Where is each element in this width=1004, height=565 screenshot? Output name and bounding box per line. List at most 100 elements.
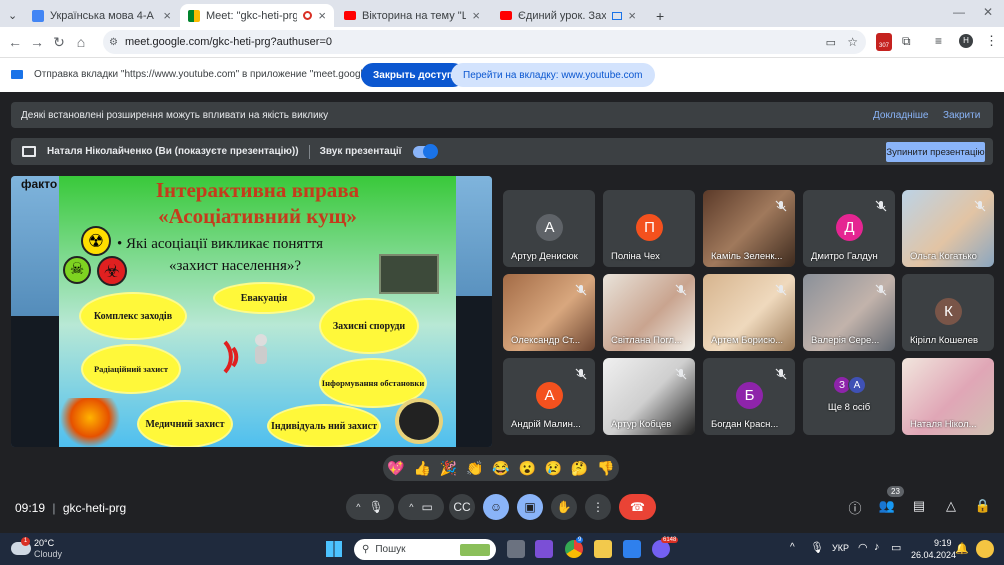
reaction-thinking[interactable]: 🤔	[571, 460, 588, 477]
participant-tile[interactable]: К Кірілл Кошелев	[902, 274, 994, 351]
participant-tile[interactable]: Б Богдан Красн...	[703, 358, 795, 435]
slide-title-line2: «Асоціативний кущ»	[158, 204, 357, 228]
close-icon[interactable]: ×	[628, 8, 636, 23]
search-highlight-image	[460, 543, 490, 556]
teams-icon[interactable]	[535, 540, 553, 558]
clock-time[interactable]: 9:19	[934, 538, 952, 548]
more-options-button[interactable]: ⋮	[585, 494, 611, 520]
menu-kebab-icon: ⋮	[592, 500, 604, 514]
reaction-laugh[interactable]: 😂	[492, 460, 509, 477]
profile-avatar[interactable]: H	[959, 34, 973, 48]
captions-button[interactable]: CC	[449, 494, 475, 520]
reaction-thumbs-up[interactable]: 👍	[414, 460, 431, 477]
participant-tile[interactable]: Валерія Сере...	[803, 274, 895, 351]
microphone-control[interactable]: ^ 🎙	[346, 494, 394, 520]
task-view-icon[interactable]	[507, 540, 525, 558]
host-controls-lock-icon[interactable]: 🔒	[973, 498, 993, 518]
extensions-warning-banner: Деякі встановлені розширення можуть впли…	[11, 102, 993, 128]
home-icon[interactable]: ⌂	[70, 34, 92, 50]
participant-tile[interactable]: Олександр Ст...	[503, 274, 595, 351]
tab-ukr-mova[interactable]: Українська мова 4-А ×	[24, 4, 179, 27]
speaker-icon[interactable]: ♪	[874, 541, 880, 553]
menu-kebab-icon[interactable]: ⋮	[985, 33, 998, 49]
camera-icon[interactable]: ▭	[826, 36, 836, 49]
extensions-puzzle-icon[interactable]: ⧉	[902, 34, 911, 49]
close-window-icon[interactable]: ✕	[983, 5, 993, 19]
participant-tile[interactable]: Наталя Нікол...	[902, 358, 994, 435]
leave-call-button[interactable]: ☎	[619, 494, 656, 520]
participant-tile[interactable]: Світлана Погл...	[603, 274, 695, 351]
activities-icon[interactable]: △	[941, 498, 961, 518]
info-icon[interactable]: ⓘ	[845, 498, 865, 518]
present-button[interactable]: ▣	[517, 494, 543, 520]
close-icon[interactable]: ×	[472, 8, 480, 23]
reaction-thumbs-down[interactable]: 👎	[597, 460, 614, 477]
wifi-icon[interactable]: ◠	[858, 541, 868, 554]
new-tab-button[interactable]: +	[648, 4, 670, 27]
participant-avatar: К	[935, 298, 962, 325]
reaction-heart[interactable]: 💖	[387, 460, 404, 477]
reaction-sad[interactable]: 😢	[545, 460, 562, 477]
mail-icon[interactable]	[623, 540, 641, 558]
close-icon[interactable]: ×	[163, 8, 171, 23]
video-camera-icon[interactable]: ▭	[421, 500, 432, 514]
participant-tile[interactable]: А Андрій Малин...	[503, 358, 595, 435]
reload-icon[interactable]: ↻	[48, 34, 70, 51]
bookmark-star-icon[interactable]: ☆	[847, 35, 858, 49]
meeting-time: 09:19	[15, 501, 46, 515]
participant-tile[interactable]: А Артур Денисюк	[503, 190, 595, 267]
file-explorer-icon[interactable]	[594, 540, 612, 558]
participant-tile[interactable]: Каміль Зеленк...	[703, 190, 795, 267]
stop-presenting-button[interactable]: Зупинити презентацію	[886, 142, 985, 162]
microphone-icon[interactable]: 🎙	[369, 500, 384, 514]
taskbar-search[interactable]: ⚲ Пошук	[354, 539, 496, 560]
notification-bell-icon[interactable]: 🔔	[955, 542, 969, 555]
stop-sharing-button[interactable]: Закрыть доступ	[361, 63, 465, 87]
media-controls-icon[interactable]: ≡	[935, 34, 942, 48]
address-bar[interactable]: ⚙ meet.google.com/gkc-heti-prg?authuser=…	[103, 30, 866, 54]
site-info-icon[interactable]: ⚙	[109, 37, 118, 48]
windows-start-icon[interactable]	[326, 541, 342, 557]
browser-tab-strip: ⌄ Українська мова 4-А × Meet: "gkc-heti-…	[0, 0, 1004, 27]
participant-tile[interactable]: З А Ще 8 осіб	[803, 358, 895, 435]
presentation-sound-toggle[interactable]	[413, 143, 439, 159]
minimize-icon[interactable]: —	[953, 5, 965, 19]
microphone-tray-icon[interactable]: 🎙	[810, 541, 824, 554]
emoji-reactions-button[interactable]: ☺	[483, 494, 509, 520]
tab-viktoryna[interactable]: Вікторина на тему "Цивільний ×	[336, 4, 488, 27]
participant-tile[interactable]: Ольга Когатько	[902, 190, 994, 267]
banner-close-button[interactable]: Закрити	[943, 110, 980, 121]
tab-search-button[interactable]: ⌄	[0, 4, 24, 27]
language-indicator[interactable]: УКР	[832, 543, 849, 553]
participant-tile[interactable]: Артур Кобцев	[603, 358, 695, 435]
reaction-clap[interactable]: 👏	[466, 460, 483, 477]
reaction-surprised[interactable]: 😮	[518, 460, 535, 477]
people-icon[interactable]: 👥	[877, 498, 897, 518]
raise-hand-button[interactable]: ✋	[551, 494, 577, 520]
tab-yedynyi-urok[interactable]: Єдиний урок. Захисти свої ×	[492, 4, 644, 27]
forward-icon[interactable]: →	[26, 34, 48, 50]
learn-more-link[interactable]: Докладніше	[873, 110, 929, 121]
tab-meet[interactable]: Meet: "gkc-heti-prg" ×	[180, 4, 334, 27]
megaphone-figure-image	[217, 332, 277, 376]
reaction-party[interactable]: 🎉	[440, 460, 457, 477]
chevron-up-icon[interactable]: ^	[356, 502, 360, 512]
close-icon[interactable]: ×	[318, 8, 326, 23]
battery-icon[interactable]: ▭	[891, 541, 901, 554]
extension-icon[interactable]: 307	[876, 33, 892, 51]
cast-icon	[612, 11, 623, 20]
participant-tile[interactable]: П Поліна Чех	[603, 190, 695, 267]
switch-tab-button[interactable]: Перейти на вкладку: www.youtube.com	[451, 63, 655, 87]
copilot-icon[interactable]	[976, 540, 994, 558]
participant-tile[interactable]: Артем Борисю...	[703, 274, 795, 351]
participant-name: Каміль Зеленк...	[711, 251, 783, 262]
participant-name: Олександр Ст...	[511, 335, 581, 346]
slide-content: Інтерактивна вправа «Асоціативний кущ» •…	[59, 176, 456, 447]
back-icon[interactable]: ←	[4, 34, 26, 50]
clock-date[interactable]: 26.04.2024	[911, 550, 956, 560]
chevron-up-icon[interactable]: ^	[409, 502, 413, 512]
chat-icon[interactable]: ▤	[909, 498, 929, 518]
camera-control[interactable]: ^ ▭	[398, 494, 444, 520]
participant-tile[interactable]: Д Дмитро Галдун	[803, 190, 895, 267]
chevron-up-icon[interactable]: ^	[790, 542, 795, 553]
